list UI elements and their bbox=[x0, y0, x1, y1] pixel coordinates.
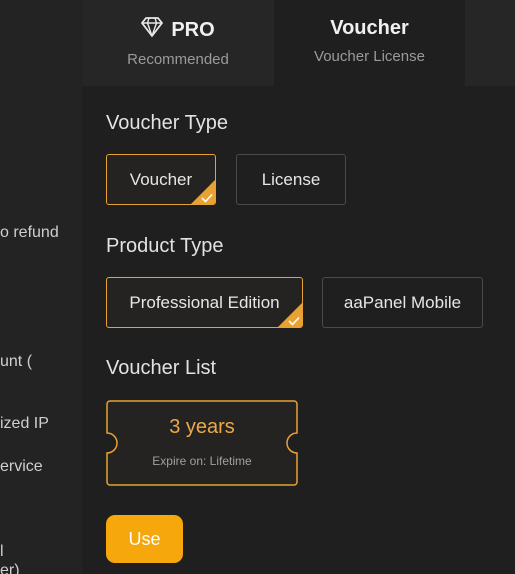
plan-tabs: PRO Recommended Voucher Voucher License bbox=[82, 0, 515, 86]
product-type-option-mobile[interactable]: aaPanel Mobile bbox=[322, 277, 483, 328]
voucher-dialog: o refund unt ( ized IP ervice l er) PRO … bbox=[0, 0, 515, 574]
product-type-label: Product Type bbox=[106, 235, 224, 257]
tab-title: PRO bbox=[171, 18, 215, 41]
option-label: Voucher bbox=[129, 169, 193, 189]
tab-subtitle: Recommended bbox=[127, 51, 229, 68]
feature-fragment: o refund bbox=[0, 224, 59, 241]
feature-fragment: l bbox=[0, 543, 4, 560]
tab-overflow bbox=[465, 0, 515, 86]
voucher-type-label: Voucher Type bbox=[106, 112, 228, 134]
voucher-type-option-license[interactable]: License bbox=[236, 154, 346, 205]
product-type-option-professional[interactable]: Professional Edition bbox=[106, 277, 303, 328]
feature-fragment: ized IP bbox=[0, 415, 49, 432]
use-button[interactable]: Use bbox=[106, 515, 183, 563]
selected-check-icon bbox=[277, 302, 302, 327]
option-label: aaPanel Mobile bbox=[343, 292, 462, 312]
feature-list-panel: o refund unt ( ized IP ervice l er) bbox=[0, 0, 82, 574]
voucher-card[interactable]: 3 years Expire on: Lifetime bbox=[106, 400, 298, 486]
voucher-expire: Expire on: Lifetime bbox=[152, 454, 252, 468]
voucher-type-option-voucher[interactable]: Voucher bbox=[106, 154, 216, 205]
tab-title: Voucher bbox=[330, 17, 409, 39]
selected-check-icon bbox=[190, 179, 215, 204]
diamond-icon bbox=[141, 17, 164, 43]
feature-fragment: ervice bbox=[0, 458, 43, 475]
feature-fragment: unt ( bbox=[0, 353, 33, 370]
option-label: License bbox=[261, 169, 321, 189]
tab-voucher[interactable]: Voucher Voucher License bbox=[274, 0, 465, 86]
feature-fragment: er) bbox=[0, 562, 20, 574]
voucher-duration: 3 years bbox=[169, 416, 235, 438]
option-label: Professional Edition bbox=[129, 292, 280, 312]
tab-subtitle: Voucher License bbox=[314, 48, 425, 65]
tab-pro[interactable]: PRO Recommended bbox=[82, 0, 274, 86]
voucher-list-label: Voucher List bbox=[106, 357, 217, 379]
